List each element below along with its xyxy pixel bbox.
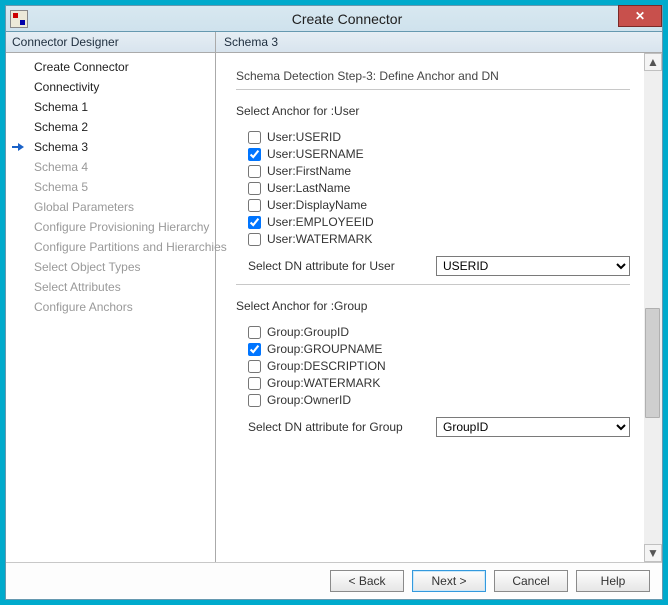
close-icon: ✕ xyxy=(635,9,645,23)
sidebar-header: Connector Designer xyxy=(6,32,215,53)
group-dn-select[interactable]: GroupID xyxy=(436,417,630,437)
user-check[interactable]: User:WATERMARK xyxy=(236,232,630,246)
user-check-label: User:LastName xyxy=(267,181,350,195)
user-check-label: User:FirstName xyxy=(267,164,351,178)
close-button[interactable]: ✕ xyxy=(618,5,662,27)
user-section-label: Select Anchor for :User xyxy=(236,104,630,118)
sidebar-item[interactable]: Connectivity xyxy=(6,77,215,97)
group-check[interactable]: Group:DESCRIPTION xyxy=(236,359,630,373)
user-check-label: User:WATERMARK xyxy=(267,232,372,246)
chevron-down-icon: ▼ xyxy=(647,546,659,560)
main-panel: Schema 3 Schema Detection Step-3: Define… xyxy=(216,32,662,562)
user-check-label: User:DisplayName xyxy=(267,198,367,212)
group-check-label: Group:OwnerID xyxy=(267,393,351,407)
group-checkbox[interactable] xyxy=(248,360,261,373)
group-check[interactable]: Group:OwnerID xyxy=(236,393,630,407)
group-checkbox[interactable] xyxy=(248,377,261,390)
group-section-label: Select Anchor for :Group xyxy=(236,299,630,313)
scroll-thumb[interactable] xyxy=(645,308,660,418)
user-check[interactable]: User:FirstName xyxy=(236,164,630,178)
group-check-label: Group:DESCRIPTION xyxy=(267,359,386,373)
step-title: Schema Detection Step-3: Define Anchor a… xyxy=(236,69,630,83)
sidebar-item[interactable]: Create Connector xyxy=(6,57,215,77)
group-check[interactable]: Group:WATERMARK xyxy=(236,376,630,390)
window-title: Create Connector xyxy=(32,11,662,27)
user-check-label: User:USERID xyxy=(267,130,341,144)
back-button[interactable]: < Back xyxy=(330,570,404,592)
scroll-content: Schema Detection Step-3: Define Anchor a… xyxy=(216,53,644,562)
scroll-up-button[interactable]: ▲ xyxy=(644,53,662,71)
user-checkbox[interactable] xyxy=(248,182,261,195)
chevron-up-icon: ▲ xyxy=(647,55,659,69)
sidebar-list: Create ConnectorConnectivitySchema 1Sche… xyxy=(6,53,215,321)
group-check-label: Group:WATERMARK xyxy=(267,376,380,390)
sidebar-item[interactable]: Schema 3 xyxy=(6,137,215,157)
scroll-track[interactable] xyxy=(644,71,662,544)
cancel-button[interactable]: Cancel xyxy=(494,570,568,592)
help-button[interactable]: Help xyxy=(576,570,650,592)
scroll-area: Schema Detection Step-3: Define Anchor a… xyxy=(216,53,662,562)
separator xyxy=(236,284,630,285)
sidebar-item[interactable]: Schema 5 xyxy=(6,177,215,197)
next-button[interactable]: Next > xyxy=(412,570,486,592)
sidebar-item[interactable]: Select Object Types xyxy=(6,257,215,277)
window: Create Connector ✕ Connector Designer Cr… xyxy=(5,5,663,600)
user-checkbox[interactable] xyxy=(248,165,261,178)
group-checkbox[interactable] xyxy=(248,326,261,339)
user-dn-select[interactable]: USERID xyxy=(436,256,630,276)
content: Connector Designer Create ConnectorConne… xyxy=(6,32,662,562)
sidebar-item[interactable]: Configure Partitions and Hierarchies xyxy=(6,237,215,257)
vertical-scrollbar[interactable]: ▲ ▼ xyxy=(644,53,662,562)
user-check[interactable]: User:USERNAME xyxy=(236,147,630,161)
sidebar: Connector Designer Create ConnectorConne… xyxy=(6,32,216,562)
group-check-label: Group:GroupID xyxy=(267,325,349,339)
user-check-label: User:EMPLOYEEID xyxy=(267,215,374,229)
user-checkbox[interactable] xyxy=(248,233,261,246)
sidebar-item[interactable]: Schema 4 xyxy=(6,157,215,177)
group-check-label: Group:GROUPNAME xyxy=(267,342,382,356)
group-check[interactable]: Group:GroupID xyxy=(236,325,630,339)
user-checkbox[interactable] xyxy=(248,216,261,229)
user-check[interactable]: User:LastName xyxy=(236,181,630,195)
sidebar-item[interactable]: Schema 2 xyxy=(6,117,215,137)
user-check[interactable]: User:USERID xyxy=(236,130,630,144)
sidebar-item[interactable]: Configure Anchors xyxy=(6,297,215,317)
main-header: Schema 3 xyxy=(216,32,662,53)
separator xyxy=(236,89,630,90)
sidebar-item[interactable]: Global Parameters xyxy=(6,197,215,217)
user-dn-row: Select DN attribute for User USERID xyxy=(236,256,630,276)
user-checkbox[interactable] xyxy=(248,131,261,144)
sidebar-item[interactable]: Schema 1 xyxy=(6,97,215,117)
group-checkbox[interactable] xyxy=(248,343,261,356)
button-bar: < Back Next > Cancel Help xyxy=(6,562,662,598)
sidebar-item[interactable]: Select Attributes xyxy=(6,277,215,297)
app-icon xyxy=(10,10,28,28)
user-checkbox[interactable] xyxy=(248,199,261,212)
user-check[interactable]: User:DisplayName xyxy=(236,198,630,212)
user-checkbox[interactable] xyxy=(248,148,261,161)
scroll-down-button[interactable]: ▼ xyxy=(644,544,662,562)
sidebar-item[interactable]: Configure Provisioning Hierarchy xyxy=(6,217,215,237)
group-dn-label: Select DN attribute for Group xyxy=(236,420,436,434)
titlebar[interactable]: Create Connector ✕ xyxy=(6,6,662,32)
group-check[interactable]: Group:GROUPNAME xyxy=(236,342,630,356)
user-dn-label: Select DN attribute for User xyxy=(236,259,436,273)
user-check[interactable]: User:EMPLOYEEID xyxy=(236,215,630,229)
user-check-label: User:USERNAME xyxy=(267,147,364,161)
group-dn-row: Select DN attribute for Group GroupID xyxy=(236,417,630,437)
group-checkbox[interactable] xyxy=(248,394,261,407)
